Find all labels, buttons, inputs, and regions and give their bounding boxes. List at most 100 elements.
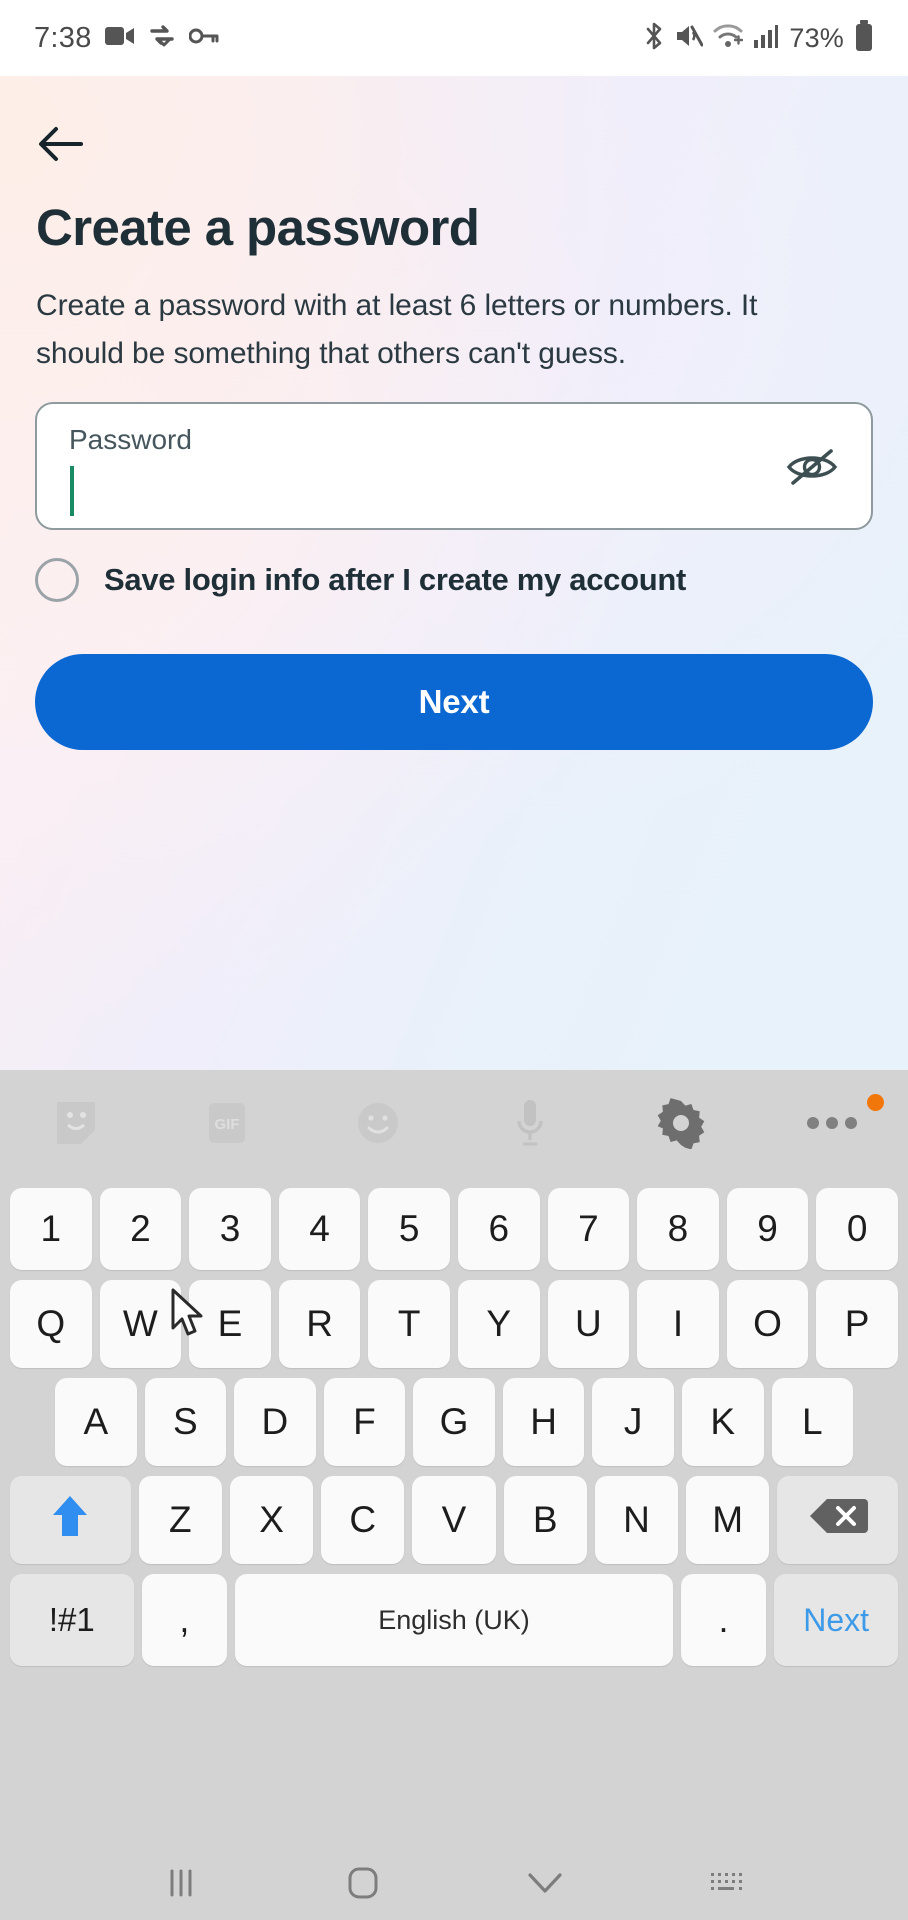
key-icon <box>188 27 219 50</box>
key-h[interactable]: H <box>502 1378 585 1466</box>
password-field-label: Password <box>69 424 192 455</box>
keyboard-row-space: !#1 , English (UK) . Next <box>0 1574 908 1666</box>
backspace-key[interactable] <box>777 1476 899 1564</box>
key-y[interactable]: Y <box>457 1280 540 1368</box>
keyboard-switch-button[interactable] <box>682 1850 772 1920</box>
home-icon <box>345 1865 381 1906</box>
key-r[interactable]: R <box>278 1280 361 1368</box>
next-button[interactable]: Next <box>35 654 873 750</box>
next-button-label: Next <box>418 683 490 720</box>
backspace-icon <box>808 1495 868 1546</box>
comma-key[interactable]: , <box>141 1574 228 1666</box>
key-9[interactable]: 9 <box>726 1188 809 1270</box>
wifi-icon <box>713 23 744 54</box>
status-bar-left: 7:38 <box>34 22 219 55</box>
settings-gear-icon <box>655 1097 707 1154</box>
cellular-signal-icon <box>753 23 779 54</box>
key-f[interactable]: F <box>323 1378 406 1466</box>
key-m[interactable]: M <box>686 1476 770 1564</box>
gif-button[interactable]: GIF <box>151 1070 302 1180</box>
voice-input-button[interactable] <box>454 1070 605 1180</box>
key-b[interactable]: B <box>503 1476 587 1564</box>
text-caret <box>70 466 74 516</box>
key-e[interactable]: E <box>189 1280 271 1368</box>
key-o[interactable]: O <box>726 1280 809 1368</box>
status-time: 7:38 <box>34 21 92 54</box>
battery-icon <box>854 19 874 57</box>
key-z[interactable]: Z <box>138 1476 222 1564</box>
key-c[interactable]: C <box>321 1476 405 1564</box>
key-s[interactable]: S <box>144 1378 227 1466</box>
hide-keyboard-button[interactable] <box>500 1850 590 1920</box>
save-login-info-option[interactable]: Save login info after I create my accoun… <box>35 558 686 602</box>
space-key[interactable]: English (UK) <box>235 1574 673 1666</box>
key-w[interactable]: W <box>99 1280 182 1368</box>
microphone-icon <box>512 1097 548 1154</box>
key-i[interactable]: I <box>637 1280 719 1368</box>
page-title: Create a password <box>36 199 480 256</box>
svg-text:GIF: GIF <box>214 1116 239 1133</box>
back-arrow-icon <box>37 125 83 168</box>
key-p[interactable]: P <box>816 1280 898 1368</box>
video-camera-icon <box>104 25 135 52</box>
keyboard-switch-icon <box>709 1869 745 1902</box>
save-login-info-label: Save login info after I create my accoun… <box>104 562 687 597</box>
keyboard-next-key[interactable]: Next <box>774 1574 898 1666</box>
key-d[interactable]: D <box>234 1378 316 1466</box>
sync-check-icon <box>148 24 176 53</box>
symbols-key[interactable]: !#1 <box>10 1574 134 1666</box>
on-screen-keyboard: G I F 1 2 3 4 5 6 7 8 9 0 Q W E R T Y U I … <box>0 1070 908 1850</box>
recents-icon <box>164 1866 198 1905</box>
keyboard-settings-button[interactable] <box>605 1070 756 1180</box>
key-5[interactable]: 5 <box>368 1188 450 1270</box>
key-n[interactable]: N <box>594 1476 679 1564</box>
key-t[interactable]: T <box>368 1280 450 1368</box>
key-l[interactable]: L <box>771 1378 854 1466</box>
shift-key[interactable] <box>10 1476 131 1564</box>
app-content: Create a password Create a password with… <box>0 76 908 1070</box>
sticker-button[interactable] <box>0 1070 151 1180</box>
status-bar: 7:38 73% <box>0 0 908 76</box>
back-button[interactable] <box>26 112 94 180</box>
key-2[interactable]: 2 <box>99 1188 182 1270</box>
gif-icon: GIF <box>205 1099 249 1152</box>
key-8[interactable]: 8 <box>637 1188 719 1270</box>
period-key[interactable]: . <box>680 1574 767 1666</box>
key-v[interactable]: V <box>412 1476 496 1564</box>
emoji-icon <box>354 1099 402 1152</box>
eye-off-icon <box>785 445 839 494</box>
page-subtitle: Create a password with at least 6 letter… <box>36 289 758 370</box>
more-options-button[interactable] <box>757 1070 908 1180</box>
battery-percent: 73% <box>789 22 844 53</box>
toggle-password-visibility-button[interactable] <box>781 438 843 500</box>
key-a[interactable]: A <box>55 1378 137 1466</box>
key-7[interactable]: 7 <box>547 1188 630 1270</box>
home-button[interactable] <box>318 1850 408 1920</box>
keyboard-row-bottom-letters: Z X C V B N M <box>0 1476 908 1564</box>
bluetooth-icon <box>643 21 665 56</box>
key-6[interactable]: 6 <box>457 1188 540 1270</box>
mute-icon <box>675 23 704 54</box>
key-4[interactable]: 4 <box>278 1188 361 1270</box>
key-3[interactable]: 3 <box>189 1188 271 1270</box>
key-k[interactable]: K <box>681 1378 764 1466</box>
keyboard-toolbar: GIF <box>0 1070 908 1180</box>
recents-button[interactable] <box>136 1850 226 1920</box>
emoji-button[interactable] <box>303 1070 454 1180</box>
key-0[interactable]: 0 <box>816 1188 898 1270</box>
system-navigation-bar <box>0 1850 908 1920</box>
key-x[interactable]: X <box>229 1476 314 1564</box>
notification-badge <box>866 1094 884 1111</box>
keyboard-row-numbers: 1 2 3 4 5 6 7 8 9 0 <box>0 1188 908 1270</box>
sticker-icon <box>53 1098 99 1153</box>
key-q[interactable]: Q <box>10 1280 92 1368</box>
key-g[interactable]: G <box>413 1378 495 1466</box>
more-options-icon <box>805 1114 859 1137</box>
chevron-down-icon <box>526 1870 564 1901</box>
save-login-info-checkbox[interactable] <box>35 558 79 602</box>
password-input[interactable]: Password <box>35 402 873 530</box>
shift-icon <box>50 1493 90 1548</box>
key-j[interactable]: J <box>592 1378 674 1466</box>
key-1[interactable]: 1 <box>10 1188 92 1270</box>
key-u[interactable]: U <box>547 1280 630 1368</box>
